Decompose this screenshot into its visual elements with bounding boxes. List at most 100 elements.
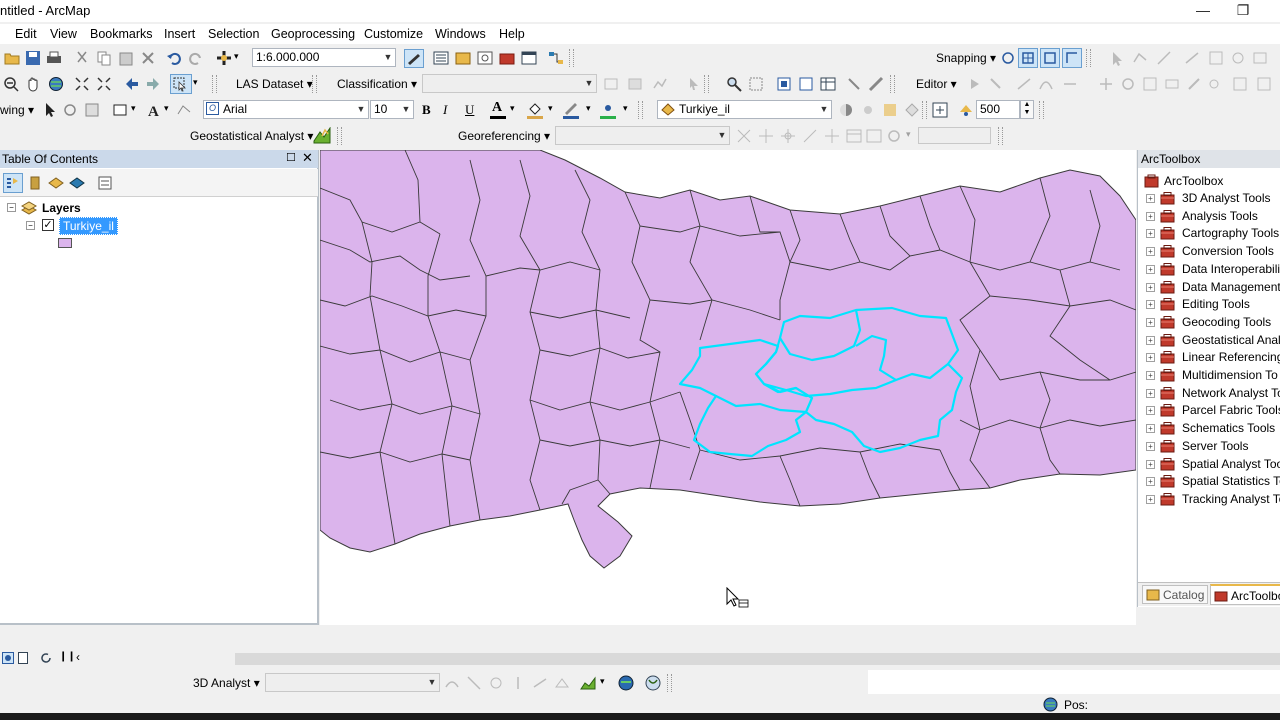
data-view-icon[interactable] — [2, 652, 14, 664]
arcscene-icon[interactable] — [618, 675, 634, 691]
turkey-provinces-map[interactable] — [320, 150, 1136, 625]
expand-icon[interactable]: + — [1146, 317, 1155, 327]
catalog-window-icon[interactable] — [455, 50, 471, 66]
menu-selection[interactable]: Selection — [208, 27, 259, 41]
transparency-icon[interactable] — [882, 102, 898, 118]
toolbar-grip[interactable] — [337, 127, 342, 145]
point-snapping-icon[interactable] — [1000, 50, 1016, 66]
toolbar-grip[interactable] — [1086, 49, 1091, 67]
expand-icon[interactable]: + — [1146, 477, 1155, 487]
measure-icon[interactable] — [868, 76, 884, 92]
bold-button[interactable]: B — [422, 102, 431, 118]
label-weight-icon[interactable] — [958, 102, 974, 118]
layout-view-icon[interactable] — [17, 652, 29, 664]
toolbar-grip[interactable] — [998, 127, 1003, 145]
geostatistical-analyst-label[interactable]: Geostatistical Analyst ▾ — [190, 129, 313, 143]
expand-icon[interactable]: + — [1146, 441, 1155, 451]
toc-options-icon[interactable] — [97, 175, 113, 191]
menu-edit[interactable]: Edit — [15, 27, 37, 41]
scroll-left-icon[interactable]: ‹ — [76, 650, 80, 664]
horizontal-scrollbar[interactable] — [235, 653, 1280, 665]
expand-icon[interactable]: + — [1146, 300, 1155, 310]
toc-autohide-icon[interactable]: ☐ — [286, 151, 296, 164]
toolbar-grip[interactable] — [569, 49, 574, 67]
marker-color-icon[interactable] — [600, 101, 616, 119]
zoom-to-elements-icon[interactable] — [84, 102, 100, 118]
edit-vertices-icon[interactable] — [176, 102, 192, 118]
editor-label[interactable]: Editor ▾ — [916, 77, 957, 91]
select-features-icon[interactable] — [170, 74, 192, 94]
rotate-element-icon[interactable] — [62, 102, 78, 118]
menu-bookmarks[interactable]: Bookmarks — [90, 27, 153, 41]
toolbar-grip[interactable] — [890, 75, 895, 93]
toolbar-grip[interactable] — [312, 75, 317, 93]
classification-label[interactable]: Classification ▾ — [337, 77, 417, 91]
drawing-label[interactable]: wing ▾ — [0, 103, 34, 117]
expand-icon[interactable]: + — [1146, 194, 1155, 203]
expand-icon[interactable]: + — [1146, 229, 1155, 239]
back-extent-icon[interactable] — [124, 76, 140, 92]
toc-window-icon[interactable] — [433, 50, 449, 66]
select-elements-icon[interactable] — [42, 102, 58, 118]
underline-button[interactable]: U — [465, 102, 474, 118]
fill-color-dropdown-icon[interactable]: ▾ — [548, 103, 553, 114]
geostatistical-wizard-icon[interactable] — [313, 127, 331, 144]
expand-icon[interactable]: + — [1146, 282, 1155, 292]
expand-icon[interactable]: + — [1146, 494, 1155, 504]
add-data-icon[interactable] — [216, 50, 232, 66]
3d-analyst-label[interactable]: 3D Analyst ▾ — [193, 676, 260, 690]
menu-help[interactable]: Help — [499, 27, 525, 41]
add-data-dropdown-icon[interactable]: ▾ — [234, 51, 239, 62]
toolbar-grip[interactable] — [704, 75, 709, 93]
font-color-dropdown-icon[interactable]: ▾ — [510, 103, 515, 114]
pan-icon[interactable] — [25, 76, 41, 92]
print-icon[interactable] — [46, 50, 62, 66]
map-view[interactable] — [320, 150, 1136, 625]
save-icon[interactable] — [25, 50, 41, 66]
tab-catalog[interactable]: Catalog — [1142, 585, 1208, 604]
layer-name-label[interactable]: Turkiye_il — [59, 217, 118, 235]
brightness-icon[interactable] — [860, 102, 876, 118]
redo-icon[interactable] — [188, 50, 204, 66]
menu-geoprocessing[interactable]: Geoprocessing — [271, 27, 355, 41]
rectangle-icon[interactable] — [112, 102, 128, 118]
menu-windows[interactable]: Windows — [435, 27, 486, 41]
effects-layer-combo[interactable]: Turkiye_il ▼ — [657, 100, 832, 119]
full-extent-icon[interactable] — [48, 76, 64, 92]
layers-collapse-icon[interactable]: − — [7, 203, 16, 212]
font-name-combo[interactable]: O Arial ▼ — [203, 100, 369, 119]
list-by-visibility-icon[interactable] — [48, 175, 64, 191]
delete-icon[interactable] — [140, 50, 156, 66]
selection-options-icon[interactable] — [798, 76, 814, 92]
expand-icon[interactable]: + — [1146, 459, 1155, 469]
list-by-drawing-order-icon[interactable] — [3, 173, 23, 193]
fixed-zoom-in-icon[interactable] — [74, 76, 90, 92]
list-by-selection-icon[interactable] — [69, 175, 85, 191]
vertex-snapping-icon[interactable] — [1040, 48, 1060, 68]
map-scale-combo[interactable]: 1:6.000.000 ▼ — [252, 48, 396, 67]
fill-color-icon[interactable] — [527, 101, 543, 119]
search-window-icon[interactable] — [477, 50, 493, 66]
toolbar-grip[interactable] — [1039, 101, 1044, 119]
italic-button[interactable]: I — [443, 102, 447, 118]
cut-icon[interactable] — [74, 50, 90, 66]
hyperlink-icon[interactable] — [846, 76, 862, 92]
expand-icon[interactable]: + — [1146, 353, 1155, 363]
swipe-icon[interactable] — [904, 102, 920, 118]
zoom-to-selected-icon[interactable] — [776, 76, 792, 92]
toc-close-icon[interactable]: ✕ — [302, 150, 313, 166]
font-size-combo[interactable]: 10 ▼ — [370, 100, 414, 119]
priority-spinner[interactable]: ▲ ▼ — [1020, 100, 1034, 119]
model-builder-icon[interactable] — [548, 50, 564, 66]
refresh-view-icon[interactable] — [40, 652, 52, 664]
line-color-dropdown-icon[interactable]: ▾ — [586, 103, 591, 114]
layer-collapse-icon[interactable]: − — [26, 221, 35, 230]
toolbar-grip[interactable] — [922, 101, 927, 119]
python-window-icon[interactable] — [521, 50, 537, 66]
paste-icon[interactable] — [118, 50, 134, 66]
list-by-source-icon[interactable] — [27, 175, 43, 191]
edge-snapping-icon[interactable] — [1062, 48, 1082, 68]
editor-toolbar-toggle-icon[interactable] — [404, 49, 424, 68]
expand-icon[interactable]: + — [1146, 424, 1155, 434]
expand-icon[interactable]: + — [1146, 247, 1155, 257]
